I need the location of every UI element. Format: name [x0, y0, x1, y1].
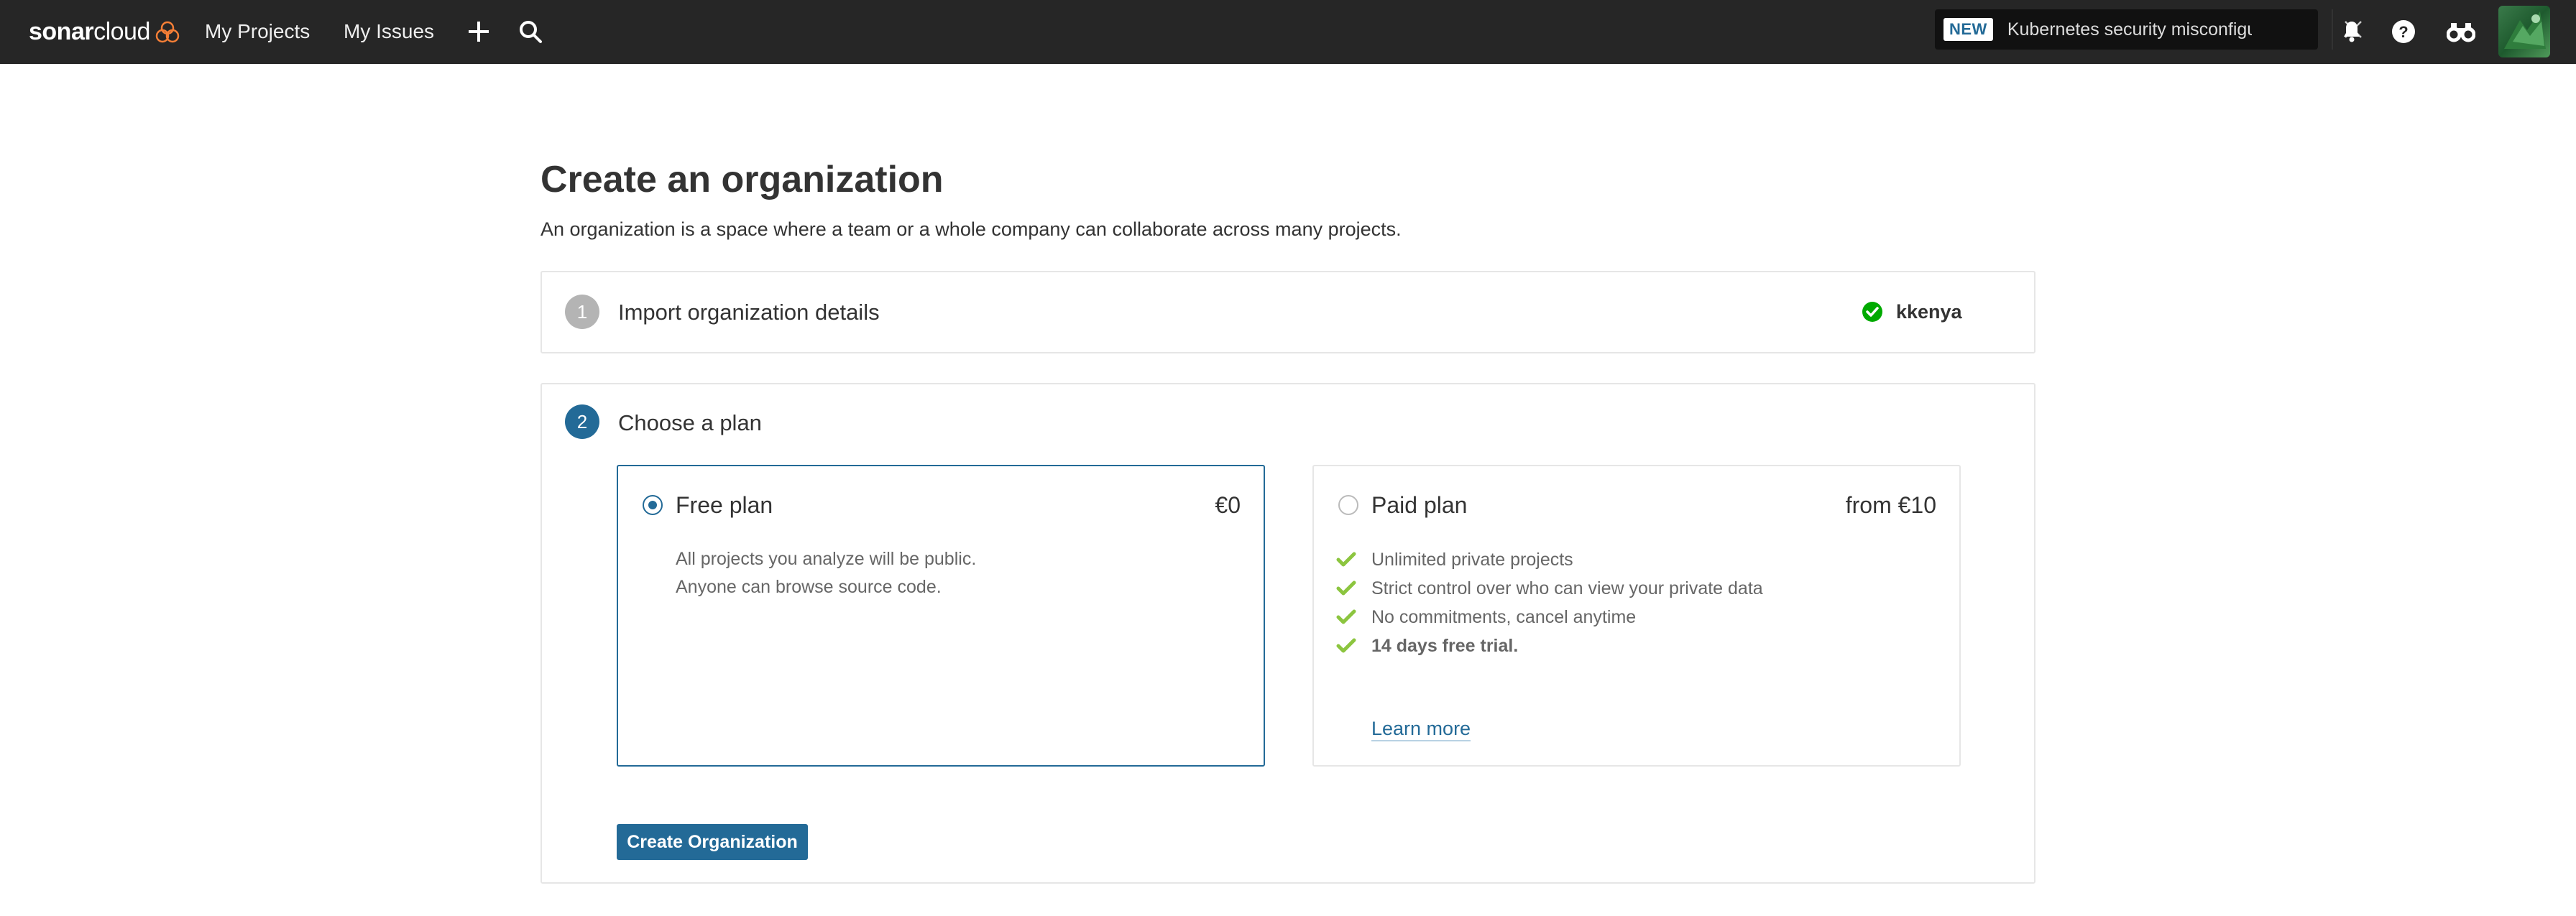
- paid-plan-card[interactable]: Paid plan from €10 Unlimited private pro…: [1312, 465, 1961, 767]
- plus-icon[interactable]: [463, 16, 494, 47]
- paid-plan-features: Unlimited private projects Strict contro…: [1335, 545, 1763, 660]
- step-number-2: 2: [565, 404, 599, 439]
- news-divider: [2332, 9, 2333, 50]
- feature-item: Strict control over who can view your pr…: [1335, 574, 1763, 603]
- feature-text: Unlimited private projects: [1371, 549, 1573, 570]
- create-organization-button[interactable]: Create Organization: [617, 824, 808, 860]
- page-description: An organization is a space where a team …: [540, 218, 1402, 240]
- checkmark-icon: [1335, 549, 1357, 570]
- free-plan-radio[interactable]: [643, 495, 663, 515]
- nav-my-issues[interactable]: My Issues: [344, 16, 434, 47]
- free-plan-desc-line-2: Anyone can browse source code.: [676, 577, 942, 597]
- step-import-details[interactable]: 1 Import organization details kkenya: [540, 271, 2036, 353]
- learn-more-link[interactable]: Learn more: [1371, 718, 1471, 741]
- check-circle-icon: [1862, 302, 1882, 322]
- bell-icon[interactable]: [2336, 16, 2368, 47]
- avatar[interactable]: [2498, 6, 2550, 57]
- logo-brand: sonar: [29, 17, 94, 45]
- cloud-logo-icon: [155, 21, 180, 43]
- feature-text: No commitments, cancel anytime: [1371, 606, 1637, 627]
- paid-plan-price: from €10: [1845, 492, 1936, 518]
- page-title: Create an organization: [540, 159, 944, 200]
- step-choose-plan: 2 Choose a plan Free plan €0 All project…: [540, 383, 2036, 884]
- free-plan-price: €0: [1215, 492, 1241, 518]
- svg-text:?: ?: [2398, 23, 2408, 41]
- organization-name: kkenya: [1896, 301, 1962, 323]
- feature-item: 14 days free trial.: [1335, 632, 1763, 660]
- sonarcloud-logo[interactable]: sonarcloud: [29, 14, 180, 49]
- step-title-choose-plan: Choose a plan: [618, 410, 762, 435]
- paid-plan-radio[interactable]: [1338, 495, 1358, 515]
- news-badge: NEW: [1944, 18, 1993, 41]
- binoculars-icon[interactable]: [2445, 16, 2477, 47]
- top-navbar: sonarcloud My Projects My Issues NEW Kub…: [0, 0, 2576, 64]
- checkmark-icon: [1335, 578, 1357, 599]
- logo-suffix: cloud: [93, 17, 150, 45]
- free-plan-card[interactable]: Free plan €0 All projects you analyze wi…: [617, 465, 1265, 767]
- checkmark-icon: [1335, 606, 1357, 628]
- feature-item: Unlimited private projects: [1335, 545, 1763, 574]
- free-plan-desc-line-1: All projects you analyze will be public.: [676, 549, 977, 569]
- step-number-1: 1: [565, 295, 599, 329]
- step-title-import: Import organization details: [618, 300, 880, 325]
- news-close-area: [1987, 9, 2362, 50]
- help-icon[interactable]: ?: [2388, 16, 2419, 47]
- nav-my-projects[interactable]: My Projects: [205, 16, 310, 47]
- feature-text: Strict control over who can view your pr…: [1371, 578, 1763, 598]
- paid-plan-name: Paid plan: [1371, 492, 1468, 518]
- feature-item: No commitments, cancel anytime: [1335, 603, 1763, 632]
- feature-text: 14 days free trial.: [1371, 635, 1519, 656]
- search-icon[interactable]: [515, 16, 546, 47]
- free-plan-description: All projects you analyze will be public.…: [676, 545, 976, 601]
- checkmark-icon: [1335, 635, 1357, 657]
- free-plan-name: Free plan: [676, 492, 773, 518]
